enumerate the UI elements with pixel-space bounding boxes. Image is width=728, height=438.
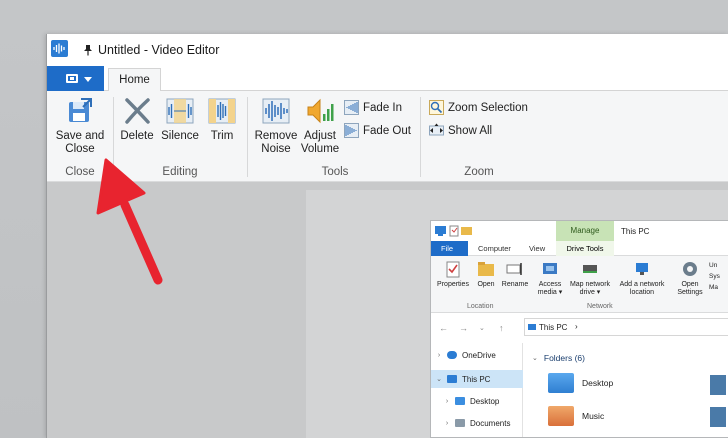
annotation-arrow bbox=[96, 158, 163, 285]
